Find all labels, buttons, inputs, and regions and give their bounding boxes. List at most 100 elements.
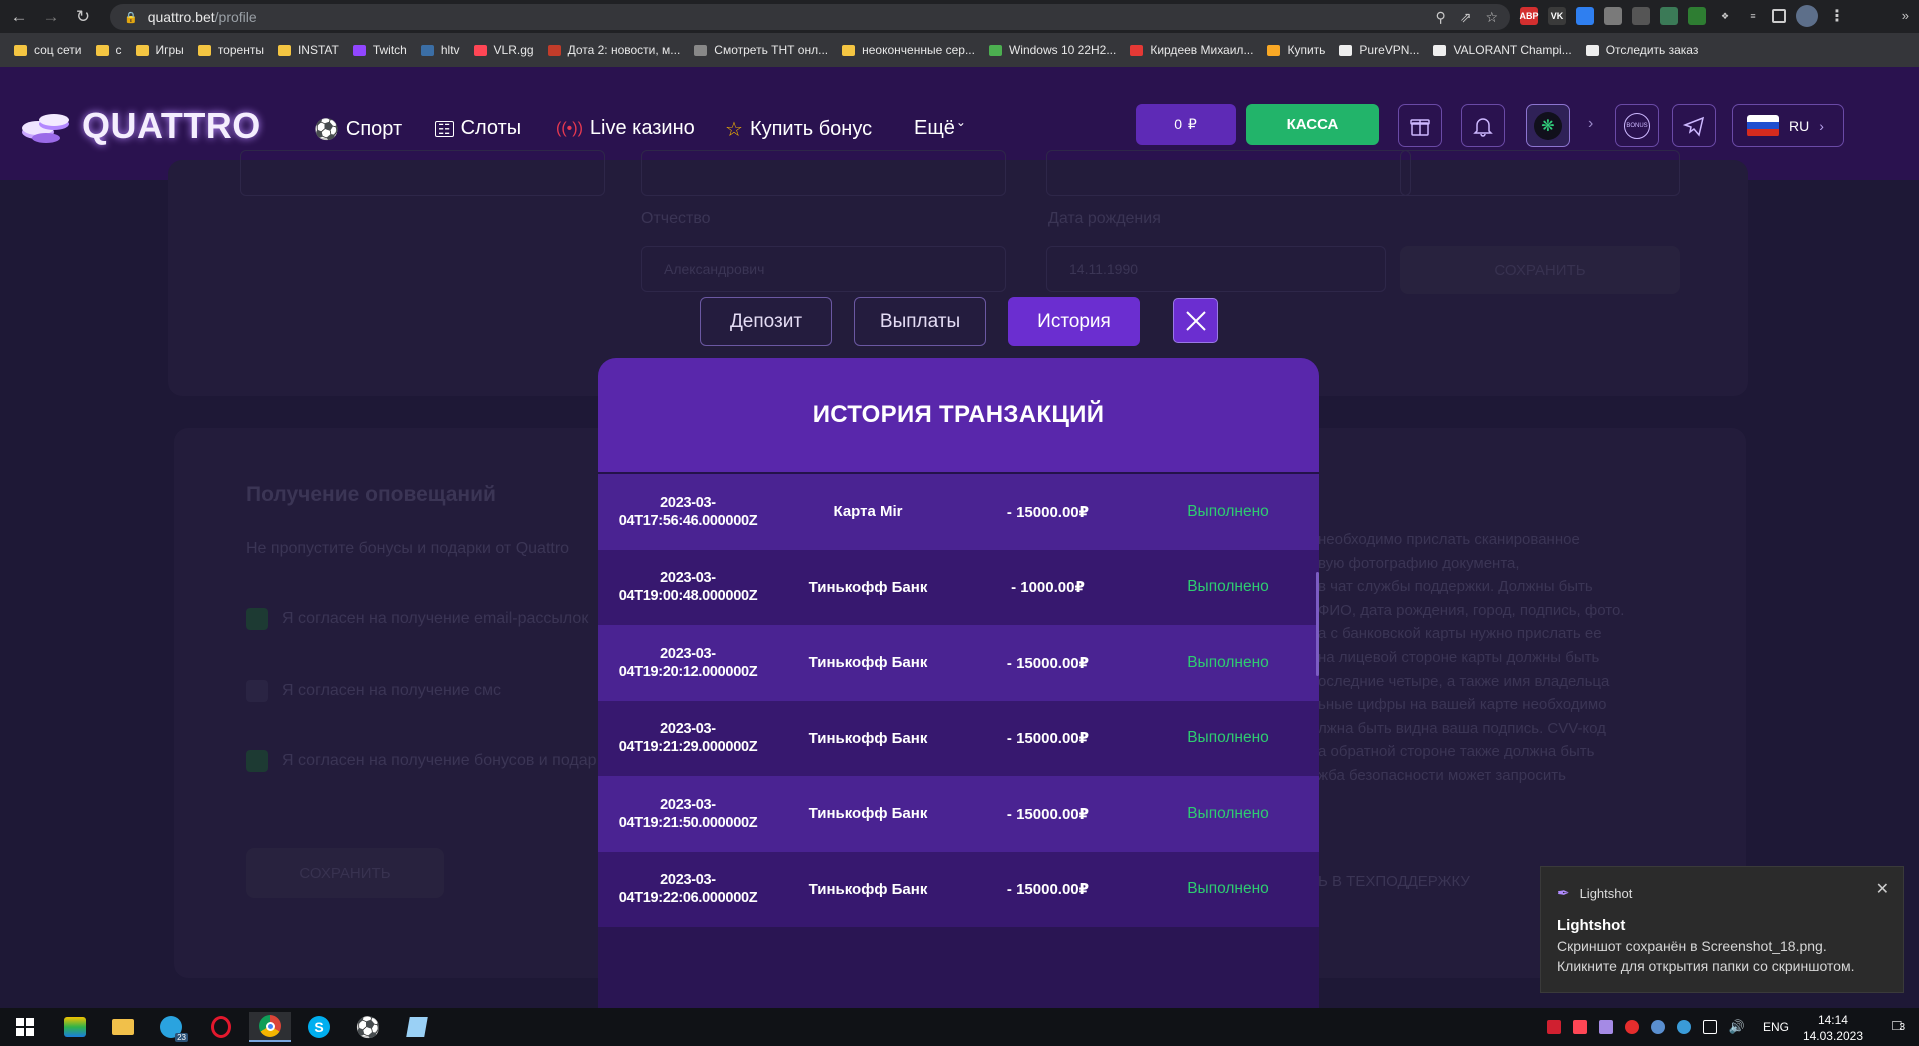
nav-sport-label: Спорт bbox=[345, 118, 403, 140]
opera-icon[interactable] bbox=[200, 1012, 242, 1042]
transaction-status: Выполнено bbox=[1187, 578, 1269, 596]
telegram-icon[interactable] bbox=[1672, 104, 1716, 147]
slot-machine-icon: ☷ bbox=[435, 120, 454, 137]
lightshot-notification[interactable]: ✒ Lightshot ✕ Lightshot Скриншот сохранё… bbox=[1540, 866, 1904, 993]
bookmark-item[interactable]: с bbox=[95, 43, 122, 57]
ghost-field bbox=[240, 150, 605, 196]
close-modal-button[interactable] bbox=[1173, 298, 1218, 343]
network-icon[interactable] bbox=[1702, 1020, 1717, 1034]
bookmark-item[interactable]: PureVPN... bbox=[1339, 43, 1419, 57]
nav-buy-bonus[interactable]: ☆ Купить бонус bbox=[725, 117, 872, 142]
chevron-right-icon[interactable]: › bbox=[1588, 115, 1593, 133]
telegram-taskbar-icon[interactable]: 23 bbox=[150, 1012, 192, 1042]
extension-icon[interactable] bbox=[1660, 7, 1678, 25]
logo-text: QUATTRO bbox=[82, 105, 261, 146]
windows-start-icon[interactable] bbox=[4, 1012, 46, 1042]
system-clock[interactable]: 14:14 14.03.2023 bbox=[1803, 1012, 1863, 1044]
modal-scrollbar[interactable] bbox=[1316, 572, 1319, 676]
extension-icon[interactable] bbox=[1576, 7, 1594, 25]
nav-sport[interactable]: ⚽ Спорт bbox=[314, 117, 402, 142]
lightshot-tray-icon[interactable] bbox=[1598, 1020, 1613, 1034]
forward-icon[interactable]: → bbox=[38, 4, 64, 30]
kebab-menu-icon[interactable]: ⋮ bbox=[1828, 7, 1846, 25]
nav-live-casino[interactable]: ((•)) Live казино bbox=[556, 117, 695, 140]
save-notifications-button: СОХРАНИТЬ bbox=[246, 848, 444, 898]
clock-time: 14:14 bbox=[1817, 1013, 1848, 1027]
back-icon[interactable]: ← bbox=[6, 4, 32, 30]
ghost-field bbox=[1046, 150, 1411, 196]
bookmark-icon bbox=[547, 44, 561, 56]
bookmark-item[interactable]: торенты bbox=[197, 43, 264, 57]
valorant-tray-icon[interactable] bbox=[1572, 1020, 1587, 1034]
language-selector[interactable]: RU › bbox=[1732, 104, 1844, 147]
zoom-icon[interactable]: ⚲ bbox=[1435, 9, 1445, 26]
notification-center-icon[interactable]: □3 bbox=[1892, 1017, 1905, 1034]
bookmark-item[interactable]: Купить bbox=[1267, 43, 1325, 57]
skype-icon[interactable]: S bbox=[298, 1012, 340, 1042]
shield-icon[interactable] bbox=[1688, 7, 1706, 25]
media-icon[interactable]: ≡ bbox=[1744, 7, 1762, 25]
toast-title: Lightshot bbox=[1557, 917, 1626, 934]
tray-app-icon[interactable] bbox=[1624, 1020, 1639, 1034]
bookmark-item[interactable]: Twitch bbox=[352, 43, 407, 57]
bookmark-item[interactable]: Игры bbox=[135, 43, 184, 57]
tray-app-icon[interactable] bbox=[1650, 1020, 1665, 1034]
sidepanel-icon[interactable] bbox=[1772, 9, 1786, 23]
bookmark-item[interactable]: hltv bbox=[420, 43, 460, 57]
nav-slots[interactable]: ☷ Слоты bbox=[435, 117, 521, 140]
balance-button[interactable]: 0 ₽ bbox=[1136, 104, 1236, 145]
quattro-logo[interactable]: QUATTRO bbox=[18, 105, 261, 147]
bookmark-item[interactable]: VALORANT Champi... bbox=[1433, 43, 1572, 57]
file-explorer-icon[interactable] bbox=[102, 1012, 144, 1042]
bookmark-item[interactable]: соц сети bbox=[14, 43, 82, 57]
extension-icon[interactable] bbox=[1604, 7, 1622, 25]
share-icon[interactable]: ⇗ bbox=[1460, 9, 1472, 26]
soccer-app-icon[interactable]: ⚽ bbox=[347, 1012, 389, 1042]
bookmark-item[interactable]: Дота 2: новости, м... bbox=[547, 43, 680, 57]
bookmark-item[interactable]: INSTAT bbox=[277, 43, 339, 57]
tab-history[interactable]: История bbox=[1008, 297, 1140, 346]
notepad-icon[interactable] bbox=[396, 1012, 438, 1042]
profile-avatar-icon[interactable] bbox=[1796, 5, 1818, 27]
chrome-icon[interactable] bbox=[249, 1012, 291, 1042]
gift-icon[interactable] bbox=[1398, 104, 1442, 147]
bell-icon[interactable] bbox=[1461, 104, 1505, 147]
bookmark-star-icon[interactable]: ☆ bbox=[1485, 9, 1498, 26]
bookmarks-overflow-icon[interactable]: » bbox=[1902, 8, 1909, 23]
vk-icon[interactable]: VK bbox=[1548, 7, 1566, 25]
puzzle-icon[interactable]: ❖ bbox=[1716, 7, 1734, 25]
transaction-row: 2023-03- 04T19:21:29.000000Z Тинькофф Бан… bbox=[598, 700, 1319, 776]
tab-deposit[interactable]: Депозит bbox=[700, 297, 832, 346]
bookmark-label: Смотреть ТНТ онл... bbox=[714, 43, 829, 57]
cashier-button[interactable]: КАССА bbox=[1246, 104, 1379, 145]
close-icon[interactable]: ✕ bbox=[1876, 879, 1889, 899]
bookmark-item[interactable]: Смотреть ТНТ онл... bbox=[694, 43, 828, 57]
bookmark-item[interactable]: Windows 10 22H2... bbox=[988, 43, 1116, 57]
bookmark-icon bbox=[277, 44, 291, 56]
nav-more[interactable]: Ещё ⌄ bbox=[914, 115, 966, 140]
tray-app-icon[interactable] bbox=[1546, 1020, 1561, 1034]
input-language[interactable]: ENG bbox=[1763, 1020, 1789, 1034]
bookmark-icon bbox=[14, 44, 27, 56]
bookmark-item[interactable]: Кирдеев Михаил... bbox=[1130, 43, 1253, 57]
transactions-list[interactable]: 2023-03- 04T17:56:46.000000Z Карта Mir - … bbox=[598, 474, 1319, 927]
bluestacks-icon[interactable] bbox=[54, 1012, 96, 1042]
bookmark-item[interactable]: Отследить заказ bbox=[1585, 43, 1698, 57]
bonus-checkbox bbox=[246, 750, 268, 772]
bookmark-label: торенты bbox=[217, 43, 264, 57]
bookmark-item[interactable]: неоконченные сер... bbox=[842, 43, 975, 57]
transaction-status: Выполнено bbox=[1187, 804, 1269, 822]
nav-buy-bonus-label: Купить бонус bbox=[749, 118, 873, 140]
wheel-icon[interactable]: ❋ bbox=[1526, 104, 1570, 147]
bonus-icon[interactable]: BONUS bbox=[1615, 104, 1659, 147]
extension-icon[interactable] bbox=[1632, 7, 1650, 25]
transaction-row: 2023-03- 04T19:20:12.000000Z Тинькофф Бан… bbox=[598, 625, 1319, 701]
address-bar[interactable]: 🔒 quattro.bet/profile ⚲ ⇗ ☆ bbox=[110, 4, 1510, 30]
tab-withdrawals[interactable]: Выплаты bbox=[854, 297, 986, 346]
bookmark-item[interactable]: VLR.gg bbox=[473, 43, 534, 57]
volume-icon[interactable]: 🔊 bbox=[1729, 1019, 1745, 1035]
reload-icon[interactable]: ↻ bbox=[70, 4, 96, 30]
steam-icon[interactable] bbox=[1676, 1020, 1691, 1034]
patronymic-field: Александрович bbox=[641, 246, 1006, 292]
adblock-icon[interactable]: ABP bbox=[1520, 7, 1539, 25]
